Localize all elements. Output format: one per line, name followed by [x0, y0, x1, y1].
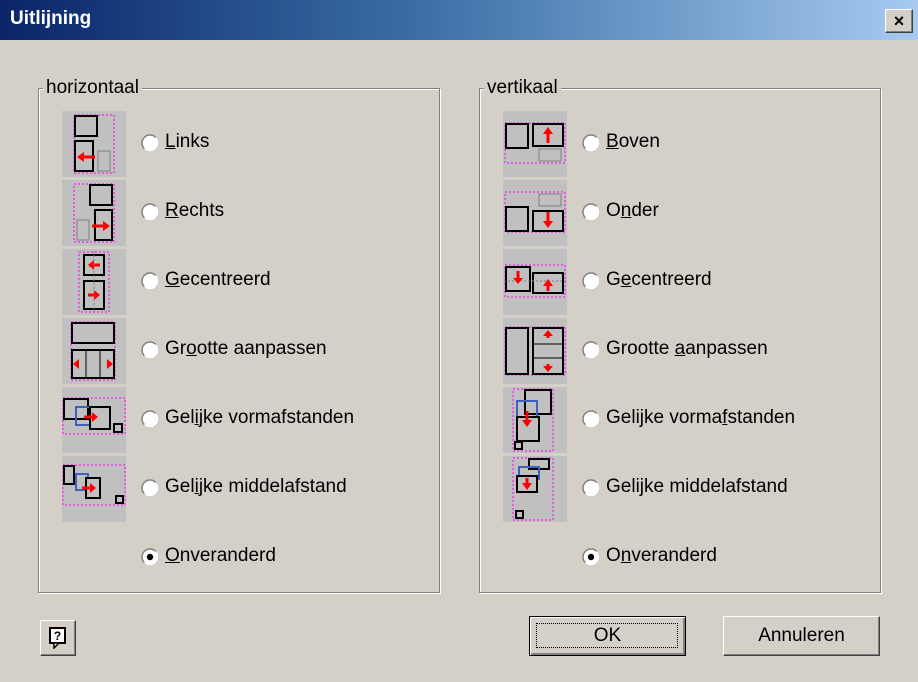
vertical-radio-6[interactable]: [582, 548, 600, 566]
vertical-radio-3[interactable]: [582, 341, 600, 359]
label-text: Grootte: [606, 338, 675, 359]
vertical-option-label-4[interactable]: Gelijke vormafstanden: [606, 407, 795, 429]
fit-width-icon: [62, 318, 126, 384]
help-button[interactable]: ?: [40, 620, 76, 656]
horizontal-radio-5[interactable]: [141, 479, 159, 497]
equal-center-spacing-horizontal-icon: [62, 456, 126, 522]
label-text: O: [606, 200, 621, 221]
equal-shape-spacing-vertical-icon: [503, 387, 567, 453]
equal-shape-spacing-horizontal-icon: [62, 387, 126, 453]
label-text: standen: [727, 407, 796, 428]
focus-rect: [536, 623, 678, 648]
horizontal-option-label-3[interactable]: Grootte aanpassen: [165, 338, 327, 360]
vertical-radio-0[interactable]: [582, 134, 600, 152]
label-mnemonic: n: [620, 545, 632, 566]
horizontal-option-label-0[interactable]: Links: [165, 131, 209, 153]
label-text: O: [606, 545, 621, 566]
vertical-radio-5[interactable]: [582, 479, 600, 497]
label-text: G: [606, 269, 621, 290]
vertical-option-label-5[interactable]: Gelijke middelafstand: [606, 476, 788, 498]
vertical-radio-4[interactable]: [582, 410, 600, 428]
label-text: centreerd: [631, 269, 712, 290]
horizontal-group-title: horizontaal: [43, 77, 142, 99]
close-button[interactable]: ×: [885, 9, 913, 33]
close-icon: ×: [893, 11, 905, 31]
vertical-option-label-0[interactable]: Boven: [606, 131, 660, 153]
align-top-icon: [503, 111, 567, 177]
label-mnemonic: L: [165, 131, 176, 152]
horizontal-option-label-1[interactable]: Rechts: [165, 200, 224, 222]
horizontal-radio-3[interactable]: [141, 341, 159, 359]
horizontal-radio-0[interactable]: [141, 134, 159, 152]
vertical-radio-2[interactable]: [582, 272, 600, 290]
label-text: Gr: [165, 338, 187, 359]
align-bottom-icon: [503, 180, 567, 246]
align-right-icon: [62, 180, 126, 246]
vertical-radio-1[interactable]: [582, 203, 600, 221]
label-text: echts: [178, 200, 225, 221]
label-text: Gelijke vorma: [606, 407, 723, 428]
label-text: anpassen: [685, 338, 768, 359]
label-mnemonic: O: [165, 545, 180, 566]
label-text: ecentreerd: [179, 269, 271, 290]
horizontal-radio-4[interactable]: [141, 410, 159, 428]
horizontal-radio-1[interactable]: [141, 203, 159, 221]
ok-button[interactable]: OK: [529, 616, 686, 656]
vertical-option-label-3[interactable]: Grootte aanpassen: [606, 338, 768, 360]
horizontal-option-label-2[interactable]: Gecentreerd: [165, 269, 271, 291]
vertical-option-label-2[interactable]: Gecentreerd: [606, 269, 712, 291]
label-mnemonic: a: [674, 338, 686, 359]
vertical-group-title: vertikaal: [484, 77, 561, 99]
align-center-vertical-icon: [503, 249, 567, 315]
cancel-button-label: Annuleren: [758, 625, 845, 646]
title-bar: Uitlijning ×: [0, 0, 918, 40]
window-title: Uitlijning: [10, 8, 92, 29]
label-text: Gel: [165, 476, 195, 497]
align-center-horizontal-icon: [62, 249, 126, 315]
label-text: Gelijke middelafstand: [606, 476, 788, 497]
cancel-button[interactable]: Annuleren: [723, 616, 880, 656]
horizontal-radio-6[interactable]: [141, 548, 159, 566]
label-mnemonic: G: [165, 269, 180, 290]
svg-text:?: ?: [54, 629, 61, 643]
label-text: oven: [618, 131, 660, 152]
equal-center-spacing-vertical-icon: [503, 456, 567, 522]
label-mnemonic: o: [186, 338, 197, 359]
vertical-option-label-1[interactable]: Onder: [606, 200, 659, 222]
align-left-icon: [62, 111, 126, 177]
label-mnemonic: R: [165, 200, 179, 221]
label-text: otte aanpassen: [196, 338, 327, 359]
help-icon: ?: [49, 627, 66, 649]
vertical-option-label-6[interactable]: Onveranderd: [606, 545, 717, 567]
horizontal-option-label-6[interactable]: Onveranderd: [165, 545, 276, 567]
fit-height-icon: [503, 318, 567, 384]
label-text: veranderd: [631, 545, 717, 566]
label-mnemonic: e: [620, 269, 632, 290]
label-text: jke vormafstanden: [198, 407, 355, 428]
horizontal-option-label-5[interactable]: Gelijke middelafstand: [165, 476, 347, 498]
label-mnemonic: n: [620, 200, 632, 221]
horizontal-radio-2[interactable]: [141, 272, 159, 290]
label-text: Gel: [165, 407, 195, 428]
horizontal-option-label-4[interactable]: Gelijke vormafstanden: [165, 407, 354, 429]
label-mnemonic: B: [606, 131, 619, 152]
label-text: nveranderd: [179, 545, 276, 566]
label-text: inks: [175, 131, 210, 152]
label-text: der: [631, 200, 659, 221]
label-text: jke middelafstand: [198, 476, 347, 497]
